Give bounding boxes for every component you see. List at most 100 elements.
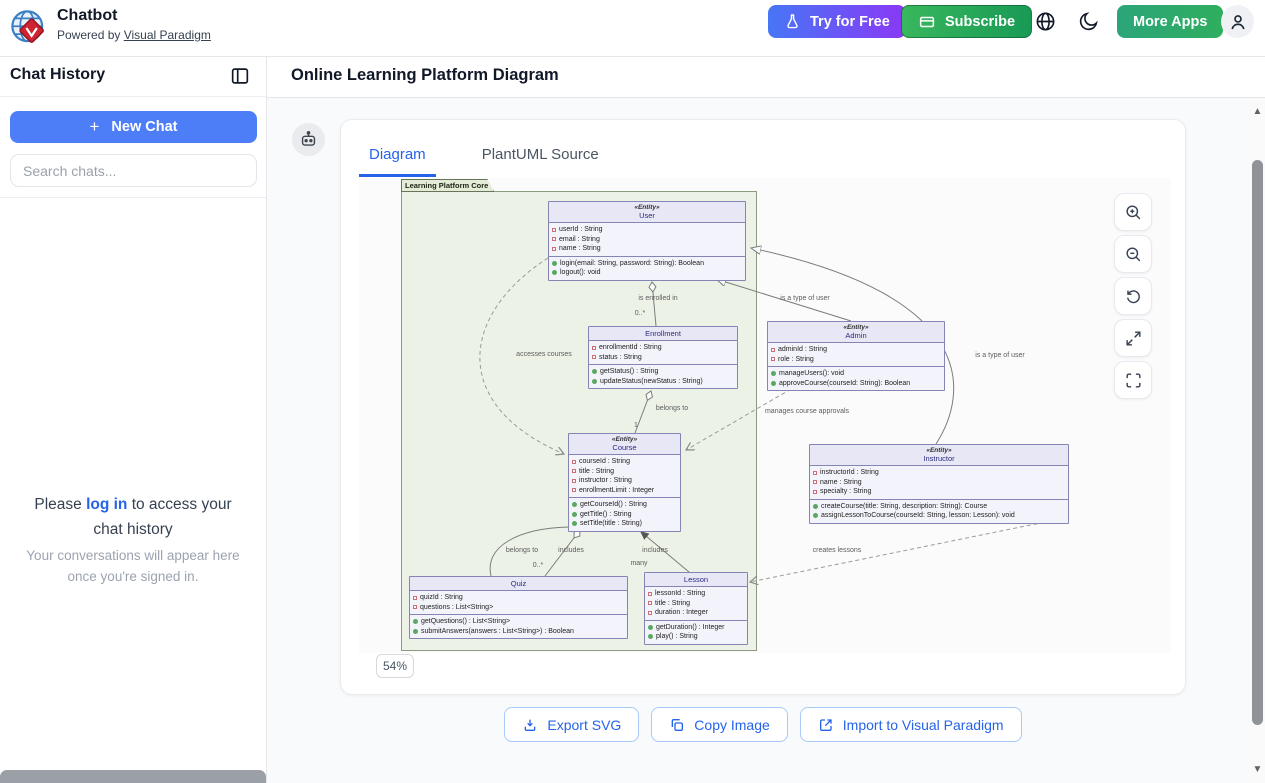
- page-title: Online Learning Platform Diagram: [291, 66, 559, 85]
- tab-plantuml-source[interactable]: PlantUML Source: [472, 140, 609, 177]
- public-method-icon: [572, 502, 577, 507]
- private-field-icon: [572, 488, 576, 492]
- private-field-icon: [552, 228, 556, 232]
- private-field-icon: [572, 479, 576, 483]
- private-field-icon: [648, 601, 652, 605]
- public-method-icon: [813, 504, 818, 509]
- flask-icon: [784, 13, 801, 30]
- import-to-visual-paradigm-button[interactable]: Import to Visual Paradigm: [800, 707, 1022, 742]
- private-field-icon: [592, 355, 596, 359]
- login-message: Please log in to access your chat histor…: [18, 493, 248, 543]
- action-bar: Export SVG Copy Image Import to Visual P…: [340, 707, 1186, 742]
- uml-edge-label: creates lessons: [813, 547, 862, 554]
- try-for-free-button[interactable]: Try for Free: [768, 5, 906, 38]
- scroll-down-arrow[interactable]: ▼: [1252, 764, 1263, 775]
- public-method-icon: [648, 625, 653, 630]
- uml-edge-label: belongs to: [506, 547, 538, 554]
- bot-avatar: [292, 123, 325, 156]
- scrollbar-thumb[interactable]: [1252, 160, 1263, 725]
- uml-entity-lesson: LessonlessonId : Stringtitle : Stringdur…: [644, 572, 748, 645]
- export-svg-button[interactable]: Export SVG: [504, 707, 639, 742]
- divider: [0, 197, 266, 198]
- public-method-icon: [572, 512, 577, 517]
- app-logo-icon: [8, 7, 50, 49]
- external-link-icon: [818, 717, 834, 733]
- public-method-icon: [648, 634, 653, 639]
- dark-mode-moon-icon[interactable]: [1077, 10, 1100, 33]
- private-field-icon: [413, 596, 417, 600]
- collapse-panel-icon[interactable]: [229, 65, 251, 87]
- uml-edge-label: includes: [558, 547, 584, 554]
- main-titlebar: Online Learning Platform Diagram: [267, 57, 1265, 98]
- private-field-icon: [552, 247, 556, 251]
- tab-bar: Diagram PlantUML Source: [359, 140, 609, 177]
- app-header: Chatbot Powered by Visual Paradigm Try f…: [0, 0, 1265, 57]
- private-field-icon: [813, 490, 817, 494]
- copy-icon: [669, 717, 685, 733]
- uml-entity-quiz: QuizquizId : Stringquestions : List<Stri…: [409, 576, 628, 639]
- uml-edge-label: manages course approvals: [765, 408, 850, 415]
- zoom-level-badge: 54%: [376, 654, 414, 678]
- uml-entity-admin: «Entity»AdminadminId : Stringrole : Stri…: [767, 321, 945, 391]
- user-avatar-button[interactable]: [1221, 5, 1254, 38]
- uml-edge-label: is enrolled in: [638, 295, 677, 302]
- private-field-icon: [592, 346, 596, 350]
- public-method-icon: [552, 270, 557, 275]
- page-scrollbar: ▲ ▼: [1250, 98, 1265, 783]
- uml-entity-instructor: «Entity»InstructorinstructorId : Stringn…: [809, 444, 1069, 524]
- uml-edge-label: 0..*: [533, 562, 544, 569]
- public-method-icon: [592, 369, 597, 374]
- copy-image-button[interactable]: Copy Image: [651, 707, 787, 742]
- robot-icon: [299, 130, 318, 149]
- private-field-icon: [552, 237, 556, 241]
- private-field-icon: [413, 605, 417, 609]
- private-field-icon: [771, 348, 775, 352]
- private-field-icon: [813, 471, 817, 475]
- uml-edge-label: many: [630, 560, 648, 567]
- private-field-icon: [572, 460, 576, 464]
- public-method-icon: [552, 261, 557, 266]
- private-field-icon: [648, 611, 652, 615]
- login-hint: Your conversations will appear here once…: [18, 546, 248, 588]
- app-title: Chatbot: [57, 7, 117, 25]
- public-method-icon: [413, 629, 418, 634]
- diagram-card: Diagram PlantUML Source Learning Platfor…: [340, 119, 1186, 695]
- new-chat-button[interactable]: + New Chat: [10, 111, 257, 143]
- uml-edge-label: 0..*: [635, 310, 646, 317]
- language-globe-icon[interactable]: [1034, 10, 1057, 33]
- subscribe-button[interactable]: Subscribe: [901, 5, 1032, 38]
- divider: [0, 96, 266, 97]
- uml-edge-label: accesses courses: [516, 351, 572, 358]
- private-field-icon: [572, 469, 576, 473]
- diagram-viewport[interactable]: Learning Platform Core is enrolled in0..…: [359, 178, 1171, 653]
- uml-entity-user: «Entity»UseruserId : Stringemail : Strin…: [548, 201, 746, 281]
- sidebar: Chat History + New Chat Please log in to…: [0, 57, 267, 783]
- scroll-up-arrow[interactable]: ▲: [1252, 106, 1263, 117]
- uml-edge-label: belongs to: [656, 405, 688, 412]
- chat-history-title: Chat History: [10, 66, 105, 84]
- public-method-icon: [413, 619, 418, 624]
- powered-by: Powered by Visual Paradigm: [57, 28, 211, 42]
- public-method-icon: [771, 381, 776, 386]
- search-chats-input[interactable]: [10, 154, 257, 187]
- main-content: Diagram PlantUML Source Learning Platfor…: [267, 98, 1250, 783]
- uml-entity-course: «Entity»CoursecourseId : Stringtitle : S…: [568, 433, 681, 532]
- uml-entity-enrollment: EnrollmentenrollmentId : Stringstatus : …: [588, 326, 738, 389]
- card-icon: [918, 13, 936, 31]
- uml-edge-label: includes: [642, 547, 668, 554]
- private-field-icon: [813, 480, 817, 484]
- public-method-icon: [771, 371, 776, 376]
- public-method-icon: [813, 513, 818, 518]
- private-field-icon: [648, 592, 652, 596]
- log-in-link[interactable]: log in: [86, 496, 127, 513]
- plus-icon: +: [89, 117, 99, 137]
- sidebar-bottom-bar: [0, 770, 266, 783]
- visual-paradigm-link[interactable]: Visual Paradigm: [124, 28, 211, 42]
- private-field-icon: [771, 357, 775, 361]
- public-method-icon: [592, 379, 597, 384]
- tab-diagram[interactable]: Diagram: [359, 140, 436, 177]
- uml-edge-label: is a type of user: [975, 352, 1025, 359]
- uml-edge-label: 1: [634, 422, 638, 429]
- download-icon: [522, 717, 538, 733]
- more-apps-button[interactable]: More Apps: [1117, 5, 1223, 38]
